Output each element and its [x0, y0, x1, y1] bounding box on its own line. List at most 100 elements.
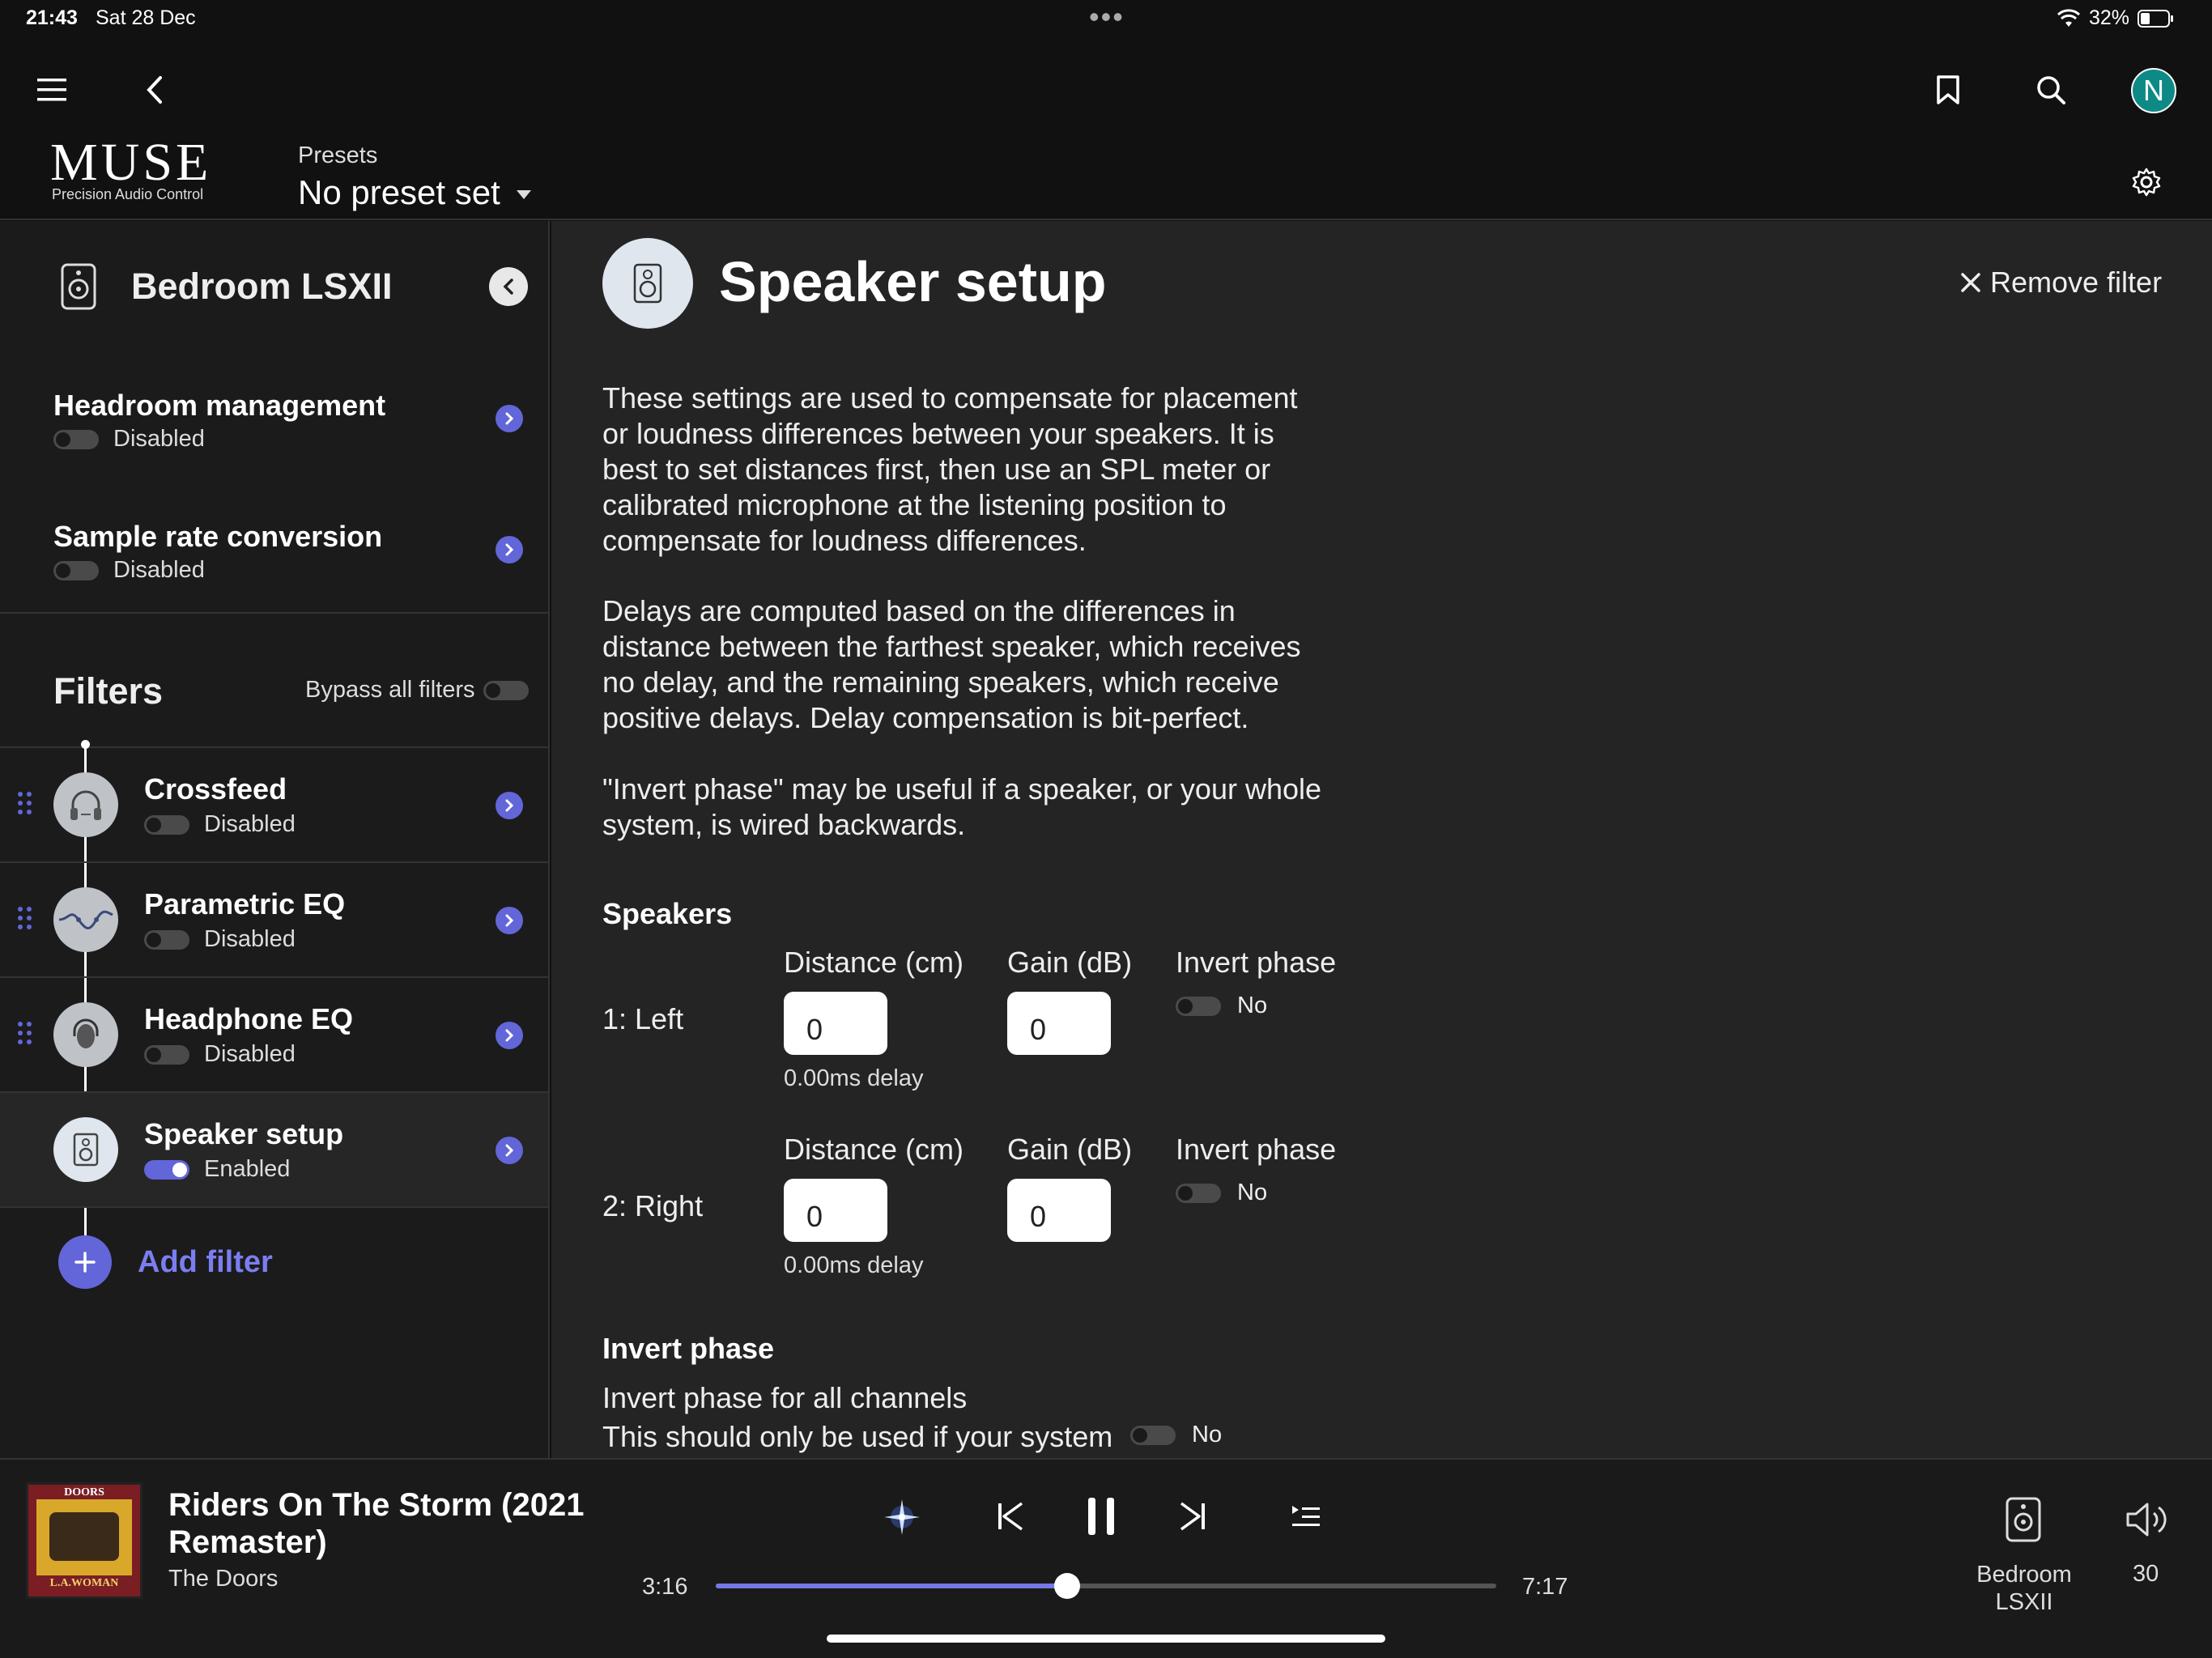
bookmark-icon[interactable]	[1935, 74, 1961, 105]
invert-phase-header: Invert phase	[1176, 946, 1337, 979]
gain-header: Gain (dB)	[1007, 1133, 1133, 1166]
distance-field[interactable]: 0	[784, 992, 887, 1055]
invert-phase-toggle[interactable]: No	[1176, 1180, 1267, 1206]
bypass-all-filters[interactable]: Bypass all filters	[305, 677, 529, 704]
gain-field[interactable]: 0	[1007, 992, 1111, 1055]
chevron-right-icon	[496, 1137, 523, 1164]
presets-dropdown[interactable]: No preset set	[298, 173, 531, 212]
back-icon[interactable]	[143, 74, 167, 105]
filter-toggle[interactable]	[144, 1159, 189, 1180]
sample-rate-conversion-row[interactable]: Sample rate conversion Disabled	[0, 504, 548, 593]
album-art[interactable]: DOORS L.A.WOMAN	[26, 1482, 143, 1599]
bypass-toggle[interactable]	[483, 680, 529, 700]
invert-value: No	[1237, 1180, 1268, 1205]
collapse-sidebar-button[interactable]	[489, 267, 528, 306]
filter-status-text: Disabled	[204, 1041, 296, 1067]
avatar[interactable]: N	[2131, 68, 2176, 113]
filter-status-text: Enabled	[204, 1156, 291, 1182]
drag-handle-icon[interactable]	[18, 1022, 32, 1044]
progress-scrubber[interactable]	[1053, 1573, 1080, 1599]
invert-all-toggle[interactable]: No	[1130, 1422, 1222, 1448]
headroom-title: Headroom management	[53, 389, 386, 422]
menu-icon[interactable]	[36, 76, 68, 104]
invert-value: No	[1237, 993, 1268, 1018]
invert-all-description: This should only be used if your system	[602, 1420, 1113, 1453]
remove-filter-label: Remove filter	[1990, 266, 2163, 299]
status-time: 21:43	[26, 6, 78, 29]
filter-row-parametric-eq[interactable]: Parametric EQ Disabled	[0, 863, 548, 978]
drag-handle-icon[interactable]	[18, 792, 32, 814]
progress-fill	[716, 1584, 1067, 1588]
invert-phase-toggle[interactable]: No	[1176, 993, 1267, 1019]
zone-name[interactable]: Bedroom LSXII	[1959, 1561, 2089, 1616]
filter-title: Crossfeed	[144, 772, 287, 806]
invert-toggle[interactable]	[1176, 1183, 1221, 1203]
wifi-icon	[2057, 8, 2080, 27]
pause-icon[interactable]	[1085, 1496, 1117, 1537]
status-indicators: 32%	[2057, 6, 2175, 30]
sparkle-icon[interactable]	[879, 1494, 925, 1540]
queue-icon[interactable]	[1291, 1503, 1321, 1530]
headroom-status-text: Disabled	[113, 426, 205, 452]
invert-all-value: No	[1192, 1422, 1223, 1448]
close-icon	[1961, 273, 1980, 292]
previous-track-icon[interactable]	[996, 1500, 1025, 1533]
head-icon	[53, 1002, 118, 1067]
description-paragraph: "Invert phase" may be useful if a speake…	[602, 772, 1322, 841]
invert-toggle[interactable]	[1130, 1425, 1176, 1445]
filter-title: Parametric EQ	[144, 887, 346, 920]
filter-toggle[interactable]	[144, 1044, 189, 1065]
settings-gear-icon[interactable]	[2131, 167, 2162, 198]
filter-row-crossfeed[interactable]: Crossfeed Disabled	[0, 748, 548, 863]
battery-icon	[2138, 9, 2173, 28]
filter-row-speaker-setup[interactable]: Speaker setup Enabled	[0, 1093, 548, 1208]
drag-handle-icon[interactable]	[18, 907, 32, 929]
gain-field[interactable]: 0	[1007, 1179, 1111, 1242]
chevron-right-icon	[496, 405, 523, 432]
app-logo: MUSE	[50, 133, 212, 192]
chevron-right-icon	[496, 1022, 523, 1049]
add-filter-label[interactable]: Add filter	[138, 1245, 273, 1280]
album-art-text: DOORS	[64, 1486, 104, 1499]
filter-title: Headphone EQ	[144, 1002, 354, 1035]
headroom-toggle[interactable]	[53, 429, 99, 449]
filters-title: Filters	[53, 670, 164, 712]
src-status-text: Disabled	[113, 557, 205, 583]
distance-header: Distance (cm)	[784, 946, 964, 979]
track-title[interactable]: Riders On The Storm (2021 Remaster)	[168, 1486, 589, 1561]
filter-title: Speaker setup	[144, 1117, 344, 1150]
total-duration: 7:17	[1522, 1574, 1568, 1600]
home-indicator[interactable]	[827, 1635, 1385, 1643]
filter-status: Disabled	[144, 811, 296, 838]
battery-percent: 32%	[2088, 6, 2129, 29]
zone-speaker-icon[interactable]	[2005, 1496, 2042, 1543]
delay-readout: 0.00ms delay	[784, 1252, 924, 1278]
invert-phase-header: Invert phase	[1176, 1133, 1337, 1166]
add-filter-button[interactable]	[58, 1235, 112, 1289]
filter-toggle[interactable]	[144, 929, 189, 950]
next-track-icon[interactable]	[1178, 1500, 1207, 1533]
distance-field[interactable]: 0	[784, 1179, 887, 1242]
src-toggle[interactable]	[53, 560, 99, 580]
headroom-management-row[interactable]: Headroom management Disabled	[0, 372, 548, 461]
gain-header: Gain (dB)	[1007, 946, 1133, 979]
volume-level: 30	[2133, 1561, 2159, 1587]
distance-header: Distance (cm)	[784, 1133, 964, 1166]
chevron-right-icon	[496, 907, 523, 934]
track-artist[interactable]: The Doors	[168, 1566, 278, 1592]
filter-row-headphone-eq[interactable]: Headphone EQ Disabled	[0, 978, 548, 1093]
bypass-label: Bypass all filters	[305, 677, 475, 703]
speaker-label: 2: Right	[602, 1189, 704, 1222]
chevron-down-icon	[516, 189, 531, 199]
multitask-dots-icon[interactable]: •••	[1089, 0, 1125, 34]
delay-readout: 0.00ms delay	[784, 1065, 924, 1091]
search-icon[interactable]	[2035, 74, 2066, 105]
invert-toggle[interactable]	[1176, 996, 1221, 1016]
filter-status: Disabled	[144, 926, 296, 953]
page-title: Speaker setup	[719, 250, 1107, 313]
volume-icon[interactable]	[2125, 1500, 2173, 1539]
filter-toggle[interactable]	[144, 814, 189, 835]
remove-filter-button[interactable]: Remove filter	[1959, 266, 2162, 300]
headphones-icon	[53, 772, 118, 837]
filter-status-text: Disabled	[204, 811, 296, 837]
